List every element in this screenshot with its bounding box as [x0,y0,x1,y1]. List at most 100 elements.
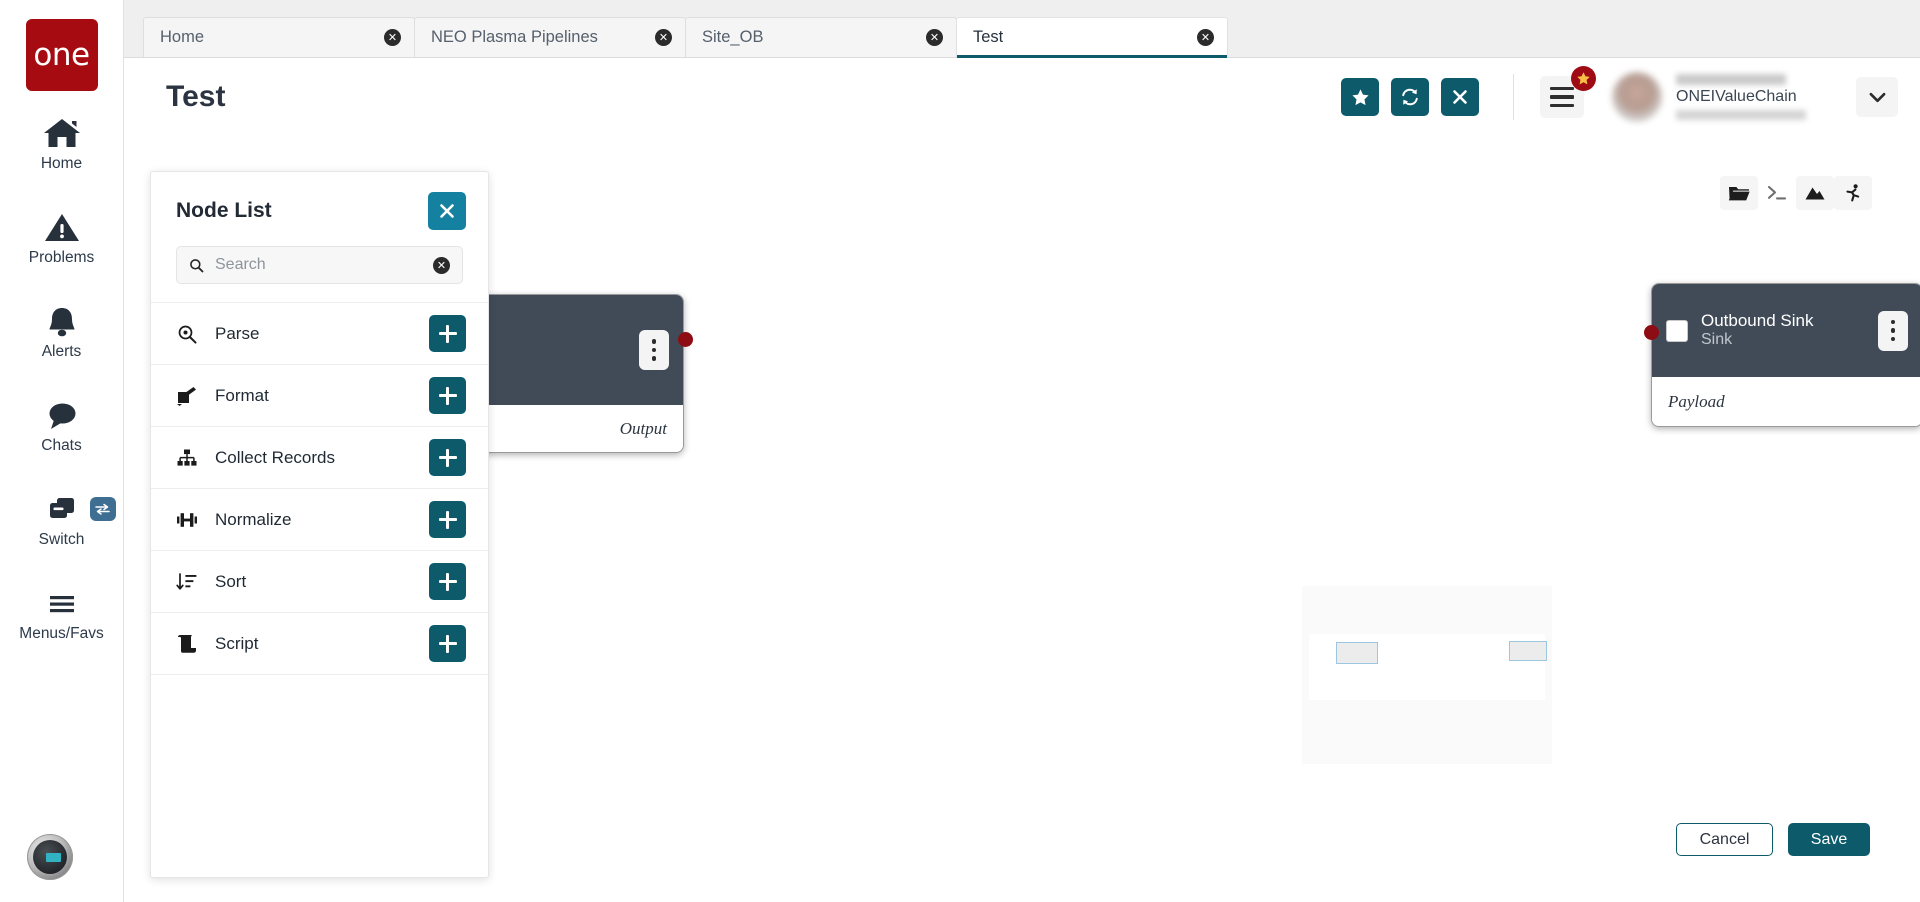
refresh-button[interactable] [1391,78,1429,116]
close-panel-button[interactable] [428,192,466,230]
chat-bubble-icon [42,395,82,435]
node-type-label: Sort [215,571,247,591]
page-header: Test ONEIValueChain [124,58,1920,136]
close-icon[interactable]: ✕ [384,29,401,46]
sidebar-item-chats[interactable]: Chats [0,395,124,467]
node-type-parse[interactable]: Parse [151,303,488,365]
favorite-button[interactable] [1341,78,1379,116]
add-node-button[interactable] [429,377,466,414]
node-port-label: Payload [1668,392,1725,411]
tab-neo-plasma-pipelines[interactable]: NEO Plasma Pipelines ✕ [414,17,686,57]
node-type-format[interactable]: Format [151,365,488,427]
node-select-checkbox[interactable] [1666,319,1688,342]
open-folder-icon[interactable] [1720,176,1758,210]
search-box[interactable]: ✕ [176,246,463,284]
search-icon [190,258,204,272]
sidebar-item-label: Home [40,155,83,172]
logo-text: one [33,37,90,73]
node-menu-button[interactable] [1878,310,1908,351]
node-type-list: Parse Format Collect Records Normalize S… [151,302,488,675]
user-org-label: ONEIValueChain [1676,88,1797,105]
add-node-button[interactable] [429,563,466,600]
cancel-button[interactable]: Cancel [1676,823,1773,856]
canvas-toolbar [1720,176,1872,210]
sidebar-item-home[interactable]: Home [0,113,124,185]
add-node-button[interactable] [429,501,466,538]
minimap-node [1509,641,1547,661]
sidebar-item-menus-favs[interactable]: Menus/Favs [0,583,124,655]
equalizer-icon [176,510,210,530]
tab-label: Test [973,28,1004,46]
app-root: one Home Problems Alerts Chats Switch Me… [0,0,1920,902]
tab-label: Site_OB [702,28,764,46]
windows-stack-icon [42,489,82,529]
sidebar-item-alerts[interactable]: Alerts [0,301,124,373]
left-nav-rail: one Home Problems Alerts Chats Switch Me… [0,0,124,902]
node-list-panel: Node List ✕ Parse [150,171,489,878]
sidebar-item-label: Problems [28,249,95,266]
add-node-button[interactable] [429,315,466,352]
page-title: Test [166,80,226,113]
swap-arrows-icon[interactable] [89,497,116,521]
sidebar-item-label: Switch [38,531,85,548]
user-profile[interactable]: ONEIValueChain [1612,72,1898,122]
node-port-label: Output [619,418,667,438]
close-button[interactable] [1441,78,1479,116]
node-type-normalize[interactable]: Normalize [151,489,488,551]
node-type-label: Collect Records [215,447,335,467]
sidebar-item-switch[interactable]: Switch [0,489,124,561]
browser-tab-strip: Home ✕ NEO Plasma Pipelines ✕ Site_OB ✕ … [124,0,1920,58]
tab-home[interactable]: Home ✕ [143,17,415,57]
image-icon[interactable] [1796,176,1834,210]
header-divider [1513,74,1514,120]
run-icon[interactable] [1834,176,1872,210]
close-icon[interactable]: ✕ [926,29,943,46]
sidebar-item-label: Alerts [41,343,82,360]
add-node-button[interactable] [429,625,466,662]
refresh-icon [1402,88,1418,106]
node-list-title: Node List [176,199,272,222]
header-actions [1329,78,1479,116]
form-actions: Cancel Save [1676,823,1870,856]
hamburger-icon [42,583,82,623]
ai-assistant-avatar[interactable] [27,834,73,880]
node-output-port[interactable] [678,332,693,347]
menu-button[interactable] [1540,66,1596,118]
one-logo[interactable]: one [25,19,98,91]
node-type-label: Parse [215,323,260,343]
warning-triangle-icon [42,207,82,247]
add-node-button[interactable] [429,439,466,476]
tab-test[interactable]: Test ✕ [956,17,1228,58]
node-menu-button[interactable] [639,330,669,370]
tab-site-ob[interactable]: Site_OB ✕ [685,17,957,57]
tab-label: NEO Plasma Pipelines [431,28,598,46]
node-title: Outbound Sink [1701,311,1814,331]
sidebar-item-label: Chats [41,437,82,454]
canvas-minimap[interactable] [1302,586,1552,764]
node-list-header: Node List [151,172,488,238]
close-icon[interactable]: ✕ [655,29,672,46]
magnifier-doc-icon [176,324,210,344]
search-input[interactable] [215,256,422,274]
node-type-sort[interactable]: Sort [151,551,488,613]
sidebar-item-label: Menus/Favs [19,625,104,642]
close-icon[interactable]: ✕ [1197,29,1214,46]
sidebar-item-problems[interactable]: Problems [0,207,124,279]
save-button[interactable]: Save [1788,823,1870,856]
node-type-label: Normalize [215,509,292,529]
node-type-script[interactable]: Script [151,613,488,675]
x-icon [1453,90,1467,104]
minimap-node [1336,642,1378,664]
node-type-label: Script [215,633,259,653]
node-type-collect-records[interactable]: Collect Records [151,427,488,489]
clear-icon[interactable]: ✕ [433,256,450,274]
terminal-icon[interactable] [1758,176,1796,210]
flow-node-upstream[interactable]: Output [479,294,684,453]
scroll-script-icon [176,634,210,654]
avatar [1612,72,1662,122]
bell-icon [42,301,82,341]
chevron-down-icon[interactable] [1856,77,1898,117]
hierarchy-icon [176,448,210,468]
flow-node-outbound-sink[interactable]: Outbound Sink Sink Payload [1651,283,1920,427]
node-input-port[interactable] [1644,325,1659,340]
